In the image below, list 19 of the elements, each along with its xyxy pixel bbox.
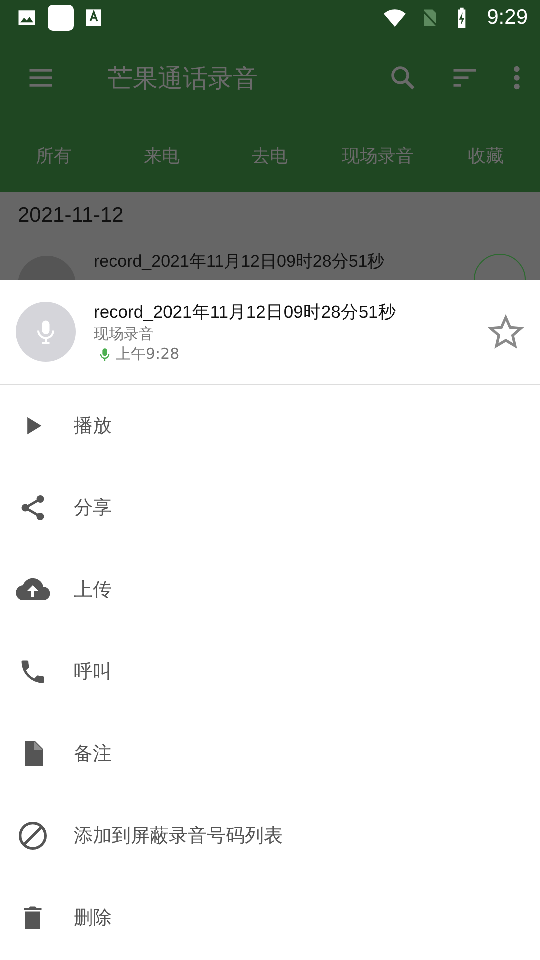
menu-item[interactable]: 备注 xyxy=(0,713,540,795)
microphone-icon xyxy=(98,346,112,362)
date-header: 2021-11-12 xyxy=(17,203,125,229)
block-icon xyxy=(17,820,49,852)
recording-type: 现场录音 xyxy=(94,325,155,344)
recording-title: record_2021年11月12日09时28分51秒 xyxy=(94,301,398,324)
recording-time: 上午9:28 xyxy=(116,345,180,364)
menu-item[interactable]: 呼叫 xyxy=(0,631,540,713)
menu-item[interactable]: 删除 xyxy=(0,877,540,959)
star-icon[interactable] xyxy=(488,314,524,350)
font-icon xyxy=(84,8,104,28)
notification-icon xyxy=(48,5,74,31)
app-title: 芒果通话录音 xyxy=(108,62,259,94)
menu-item[interactable]: 上传 xyxy=(0,549,540,631)
menu-item[interactable]: 添加到屏蔽录音号码列表 xyxy=(0,795,540,877)
menu-item[interactable]: 分享 xyxy=(0,467,540,549)
menu-item[interactable]: 播放 xyxy=(0,385,540,467)
recording-title: record_2021年11月12日09时28分51秒 xyxy=(94,251,385,273)
clock: 9:29 xyxy=(487,6,528,30)
